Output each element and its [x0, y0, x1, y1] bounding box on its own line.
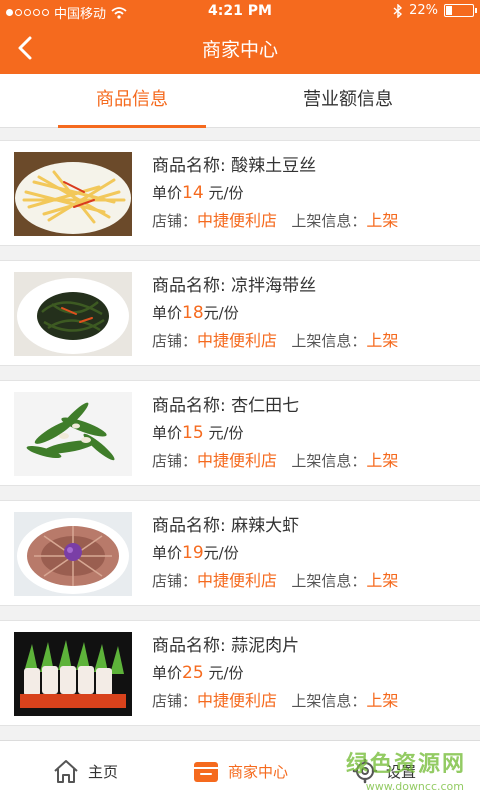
nav-merchant-center[interactable]: 商家中心 — [192, 741, 288, 800]
product-name: 酸辣土豆丝 — [231, 156, 317, 176]
name-label: 商品名称: — [152, 636, 232, 656]
product-item[interactable]: 商品名称: 麻辣大虾 单价19元/份 店铺：中捷便利店 上架信息：上架 — [0, 500, 480, 606]
gear-icon — [352, 758, 378, 784]
battery-icon — [444, 4, 477, 17]
price-label: 单价 — [152, 544, 183, 562]
product-info: 商品名称: 凉拌海带丝 单价18元/份 店铺：中捷便利店 上架信息：上架 — [152, 273, 398, 355]
product-image-potato — [14, 152, 132, 236]
battery-percent: 22% — [409, 3, 438, 18]
shelf-status: 上架 — [366, 331, 399, 350]
status-label: 上架信息： — [291, 692, 367, 710]
name-label: 商品名称: — [152, 276, 232, 296]
product-price-row: 单价19元/份 — [152, 540, 398, 567]
product-price: 15 — [182, 423, 204, 443]
price-label: 单价 — [152, 664, 183, 682]
product-item[interactable]: 商品名称: 杏仁田七 单价15 元/份 店铺：中捷便利店 上架信息：上架 — [0, 380, 480, 486]
bottom-nav: 主页 商家中心 设置 — [0, 740, 480, 800]
price-unit: 元/份 — [208, 664, 244, 682]
price-label: 单价 — [152, 184, 183, 202]
product-name: 杏仁田七 — [231, 396, 300, 416]
shop-label: 店铺： — [152, 452, 198, 470]
product-name: 麻辣大虾 — [231, 516, 300, 536]
product-name: 蒜泥肉片 — [231, 636, 300, 656]
product-price-row: 单价14 元/份 — [152, 180, 398, 207]
status-bar: 中国移动 4:21 PM 22% — [0, 0, 480, 22]
store-icon — [194, 762, 218, 782]
tab-product-info[interactable]: 商品信息 — [58, 74, 206, 128]
price-unit: 元/份 — [203, 304, 239, 322]
nav-bar: 商家中心 — [0, 22, 480, 74]
product-info: 商品名称: 杏仁田七 单价15 元/份 店铺：中捷便利店 上架信息：上架 — [152, 393, 398, 475]
product-item[interactable]: 商品名称: 酸辣土豆丝 单价14 元/份 店铺：中捷便利店 上架信息：上架 — [0, 140, 480, 246]
shop-name: 中捷便利店 — [197, 331, 278, 350]
shelf-status: 上架 — [366, 211, 399, 230]
nav-settings-label: 设置 — [386, 762, 417, 781]
status-label: 上架信息： — [291, 452, 367, 470]
shop-label: 店铺： — [152, 572, 198, 590]
product-name-row: 商品名称: 酸辣土豆丝 — [152, 153, 398, 180]
product-price-row: 单价15 元/份 — [152, 420, 398, 447]
product-name-row: 商品名称: 麻辣大虾 — [152, 513, 398, 540]
product-image-pork-slices — [14, 632, 132, 716]
bluetooth-icon — [393, 3, 403, 18]
shop-label: 店铺： — [152, 212, 198, 230]
product-info: 商品名称: 酸辣土豆丝 单价14 元/份 店铺：中捷便利店 上架信息：上架 — [152, 153, 398, 235]
price-unit: 元/份 — [208, 424, 244, 442]
name-label: 商品名称: — [152, 396, 232, 416]
product-info: 商品名称: 麻辣大虾 单价19元/份 店铺：中捷便利店 上架信息：上架 — [152, 513, 398, 595]
name-label: 商品名称: — [152, 156, 232, 176]
shelf-status: 上架 — [366, 691, 399, 710]
product-image-seaweed — [14, 272, 132, 356]
product-item[interactable]: 商品名称: 凉拌海带丝 单价18元/份 店铺：中捷便利店 上架信息：上架 — [0, 260, 480, 366]
product-item[interactable]: 商品名称: 蒜泥肉片 单价25 元/份 店铺：中捷便利店 上架信息：上架 — [0, 620, 480, 726]
nav-home-label: 主页 — [88, 762, 119, 781]
tab-revenue-info[interactable]: 营业额信息 — [268, 74, 428, 128]
product-price: 18 — [182, 303, 204, 323]
shop-name: 中捷便利店 — [197, 571, 278, 590]
name-label: 商品名称: — [152, 516, 232, 536]
nav-merchant-label: 商家中心 — [228, 762, 289, 781]
shop-label: 店铺： — [152, 692, 198, 710]
product-name-row: 商品名称: 凉拌海带丝 — [152, 273, 398, 300]
product-shop-row: 店铺：中捷便利店 上架信息：上架 — [152, 447, 398, 475]
product-name-row: 商品名称: 杏仁田七 — [152, 393, 398, 420]
product-shop-row: 店铺：中捷便利店 上架信息：上架 — [152, 207, 398, 235]
shop-label: 店铺： — [152, 332, 198, 350]
price-unit: 元/份 — [203, 544, 239, 562]
nav-settings[interactable]: 设置 — [352, 741, 416, 800]
shelf-status: 上架 — [366, 571, 399, 590]
home-icon — [54, 760, 78, 783]
product-info: 商品名称: 蒜泥肉片 单价25 元/份 店铺：中捷便利店 上架信息：上架 — [152, 633, 398, 715]
product-shop-row: 店铺：中捷便利店 上架信息：上架 — [152, 687, 398, 715]
price-unit: 元/份 — [208, 184, 244, 202]
shelf-status: 上架 — [366, 451, 399, 470]
status-label: 上架信息： — [291, 332, 367, 350]
product-name: 凉拌海带丝 — [231, 276, 317, 296]
product-image-greens — [14, 392, 132, 476]
tab-bar: 商品信息 营业额信息 — [0, 74, 480, 128]
status-right: 22% — [393, 3, 477, 18]
product-shop-row: 店铺：中捷便利店 上架信息：上架 — [152, 567, 398, 595]
product-price: 25 — [182, 663, 204, 683]
product-shop-row: 店铺：中捷便利店 上架信息：上架 — [152, 327, 398, 355]
nav-home[interactable]: 主页 — [52, 741, 118, 800]
product-name-row: 商品名称: 蒜泥肉片 — [152, 633, 398, 660]
page-title: 商家中心 — [201, 39, 278, 61]
product-price: 14 — [182, 183, 204, 203]
product-price-row: 单价25 元/份 — [152, 660, 398, 687]
shop-name: 中捷便利店 — [197, 211, 278, 230]
status-label: 上架信息： — [291, 572, 367, 590]
shop-name: 中捷便利店 — [197, 691, 278, 710]
price-label: 单价 — [152, 304, 183, 322]
shop-name: 中捷便利店 — [197, 451, 278, 470]
product-image-shrimp — [14, 512, 132, 596]
product-price-row: 单价18元/份 — [152, 300, 398, 327]
status-label: 上架信息： — [291, 212, 367, 230]
product-price: 19 — [182, 543, 204, 563]
price-label: 单价 — [152, 424, 183, 442]
